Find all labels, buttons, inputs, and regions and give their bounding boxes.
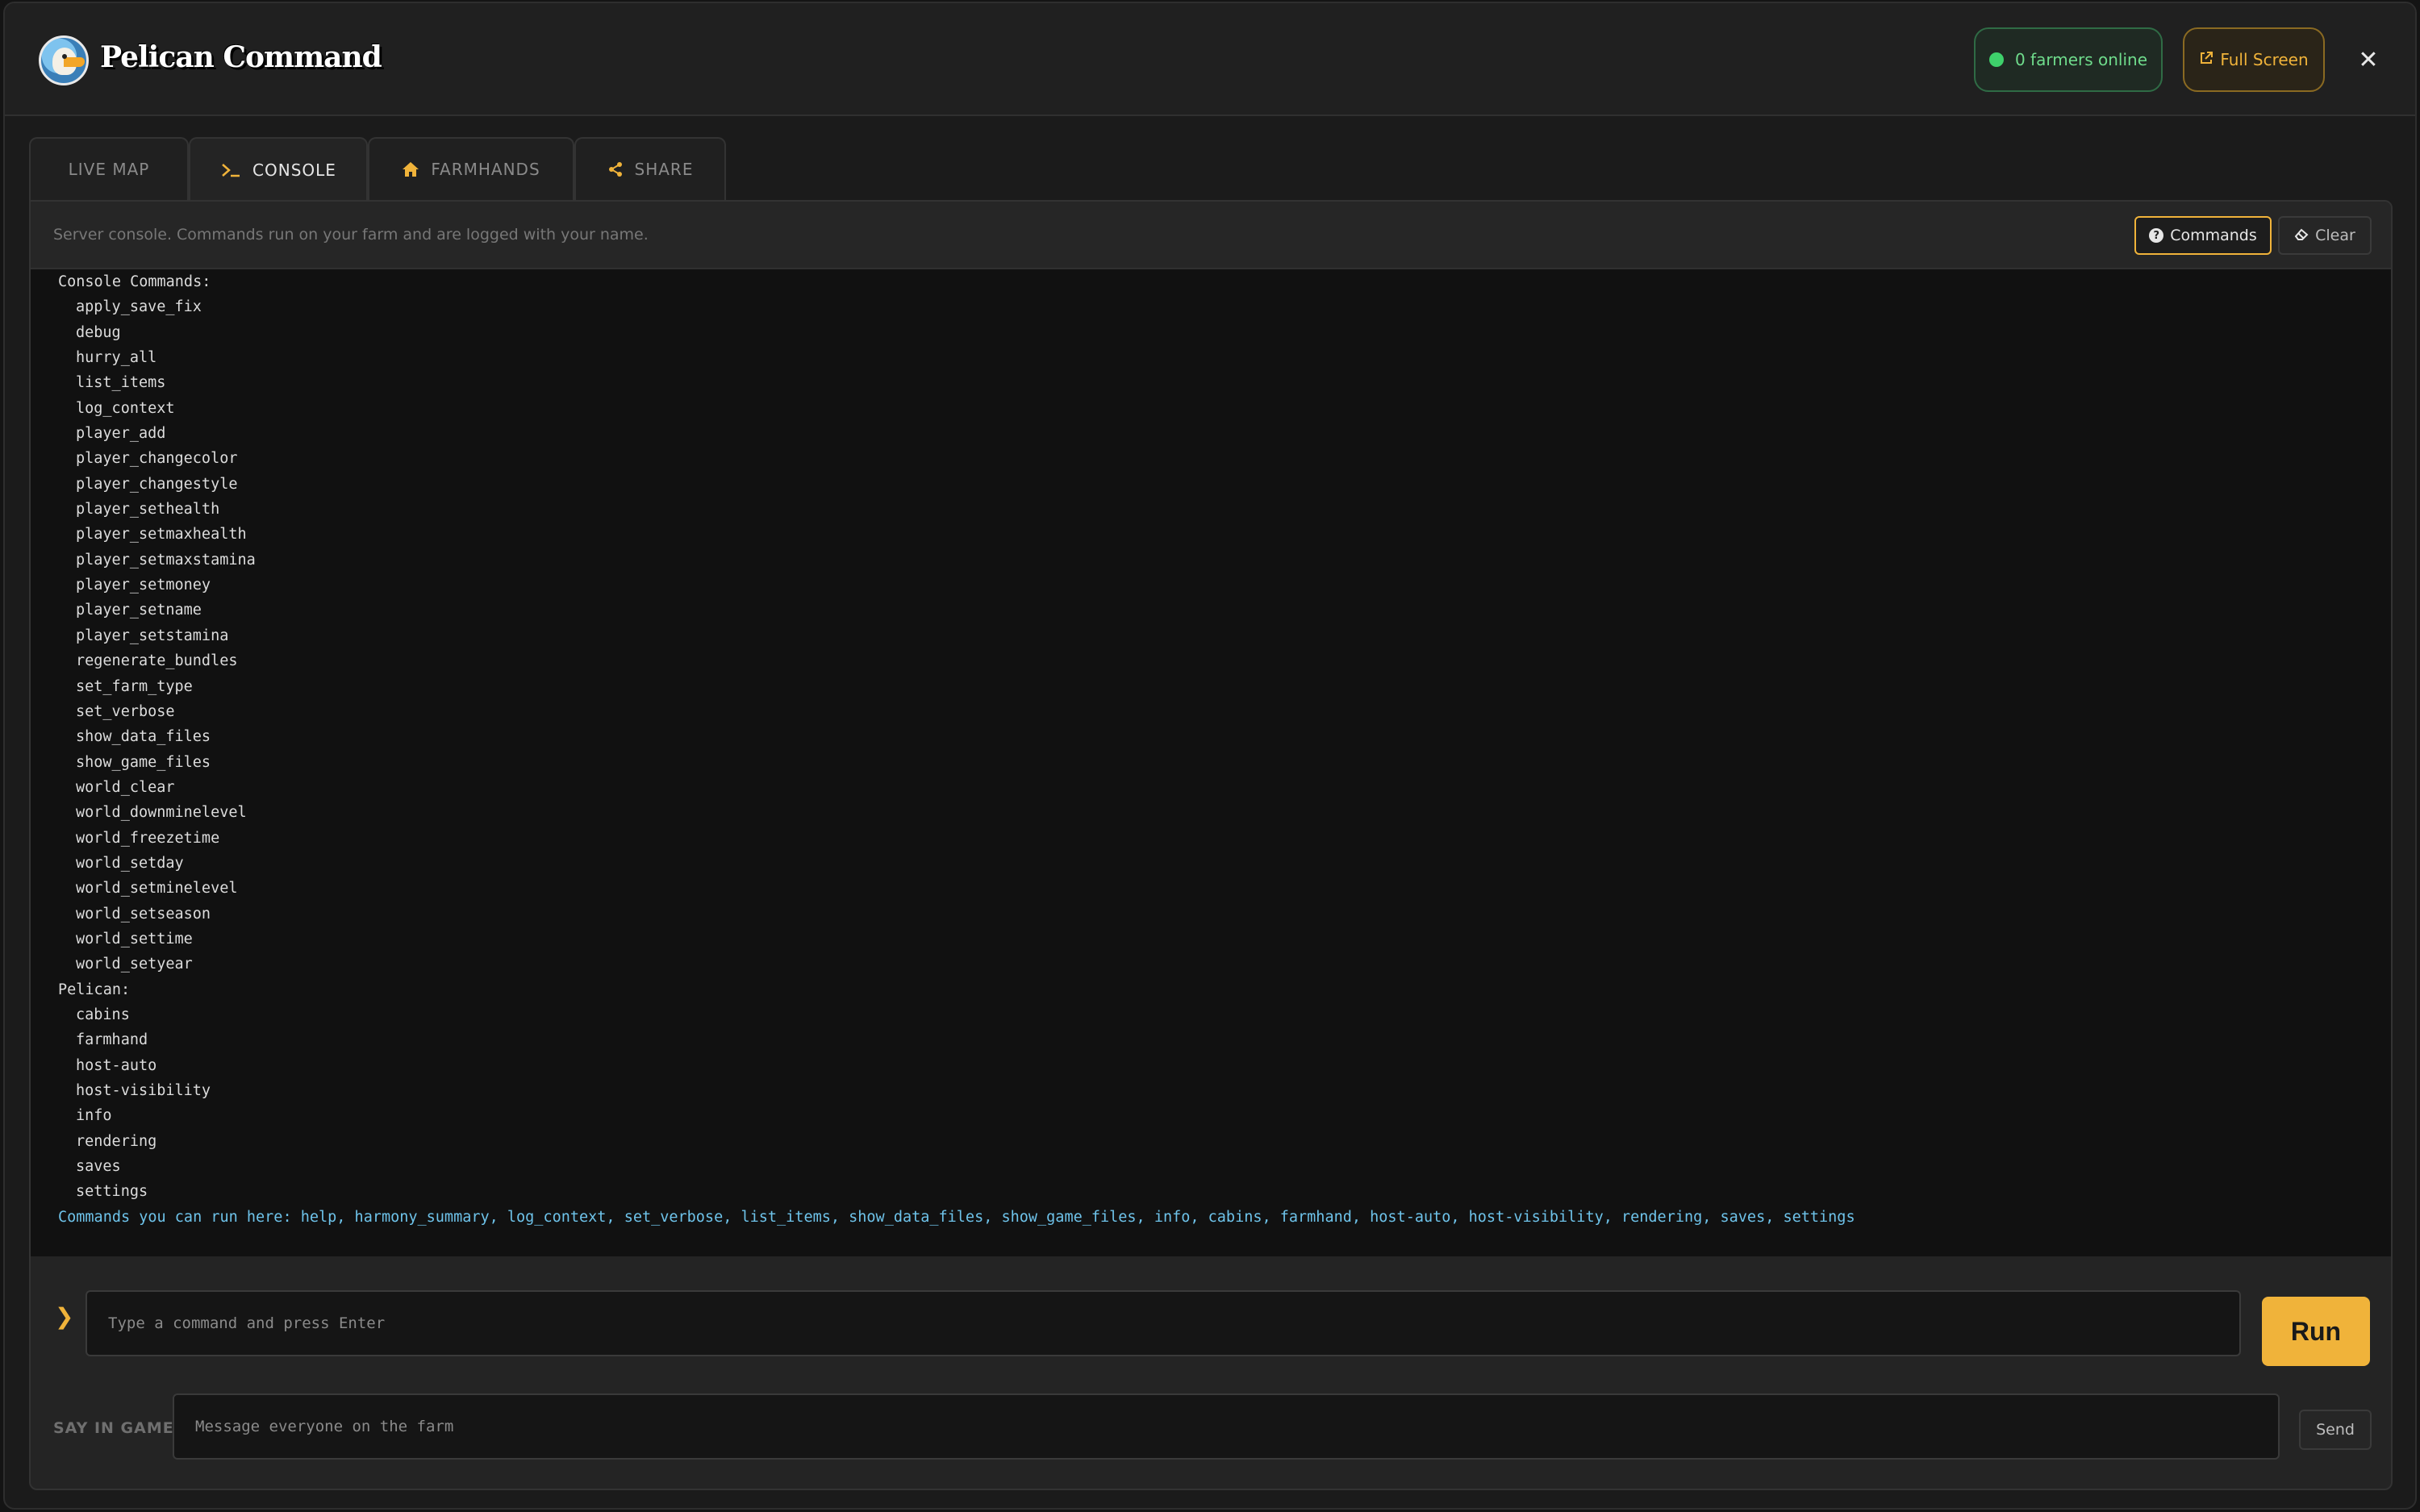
console-summary-line: Commands you can run here: help, harmony… bbox=[58, 1208, 1855, 1226]
console-line: apply_save_fix bbox=[76, 298, 202, 316]
fullscreen-label: Full Screen bbox=[2220, 50, 2309, 69]
console-line: world_setday bbox=[76, 854, 184, 872]
console-panel: Server console. Commands run on your far… bbox=[29, 200, 2393, 1490]
external-link-icon bbox=[2199, 50, 2213, 69]
console-line: list_items bbox=[76, 374, 166, 392]
console-line: player_sethealth bbox=[76, 501, 220, 519]
console-line: world_setyear bbox=[76, 956, 193, 973]
console-line: debug bbox=[76, 323, 121, 341]
console-line: player_setmaxhealth bbox=[76, 526, 247, 544]
console-line: cabins bbox=[76, 1006, 130, 1023]
console-line: world_settime bbox=[76, 930, 193, 948]
console-line: world_clear bbox=[76, 778, 175, 796]
share-icon bbox=[607, 161, 624, 177]
console-line: world_freezetime bbox=[76, 829, 220, 847]
console-line: player_changestyle bbox=[76, 475, 238, 493]
console-line: show_game_files bbox=[76, 753, 211, 771]
console-line: farmhand bbox=[76, 1031, 148, 1049]
command-input[interactable] bbox=[86, 1290, 2241, 1356]
pelican-logo-icon bbox=[39, 35, 89, 85]
console-line: set_verbose bbox=[76, 702, 175, 720]
clear-label: Clear bbox=[2315, 227, 2355, 244]
home-icon bbox=[402, 161, 419, 177]
say-row: SAY IN GAME Send bbox=[31, 1379, 2391, 1468]
console-line: rendering bbox=[76, 1132, 157, 1150]
say-input[interactable] bbox=[173, 1393, 2280, 1460]
console-line: set_farm_type bbox=[76, 677, 193, 695]
console-line: hurry_all bbox=[76, 349, 157, 367]
online-label: 0 farmers online bbox=[2014, 50, 2148, 69]
console-line: host-visibility bbox=[76, 1082, 211, 1099]
app-window: Pelican Command 0 farmers online Full Sc… bbox=[3, 2, 2417, 1510]
console-line: world_setseason bbox=[76, 905, 211, 923]
console-line: show_data_files bbox=[76, 728, 211, 746]
console-line: world_setminelevel bbox=[76, 880, 238, 898]
say-in-game-label: SAY IN GAME bbox=[53, 1419, 174, 1437]
close-icon[interactable]: ✕ bbox=[2352, 44, 2385, 76]
tab-label: CONSOLE bbox=[252, 160, 336, 180]
commands-label: Commands bbox=[2170, 227, 2257, 244]
console-line: player_setmaxstamina bbox=[76, 551, 256, 569]
prompt-chevron-icon: ❯ bbox=[55, 1303, 74, 1330]
terminal-icon bbox=[220, 162, 241, 178]
console-line: regenerate_bundles bbox=[76, 652, 238, 670]
console-line: player_setname bbox=[76, 602, 202, 619]
clear-button[interactable]: Clear bbox=[2278, 216, 2372, 255]
console-line: saves bbox=[76, 1158, 121, 1176]
tab-share[interactable]: SHARE bbox=[574, 137, 726, 200]
eraser-icon bbox=[2294, 227, 2309, 244]
console-line: Pelican: bbox=[58, 981, 131, 998]
console-line: Console Commands: bbox=[58, 273, 211, 290]
console-hint: Server console. Commands run on your far… bbox=[53, 226, 649, 244]
console-line: host-auto bbox=[76, 1056, 157, 1074]
fullscreen-button[interactable]: Full Screen bbox=[2183, 27, 2325, 92]
console-line: player_setstamina bbox=[76, 627, 229, 644]
tab-label: SHARE bbox=[634, 160, 694, 179]
console-line: world_downminelevel bbox=[76, 804, 247, 822]
send-button[interactable]: Send bbox=[2299, 1410, 2372, 1450]
console-line: player_add bbox=[76, 425, 166, 443]
online-dot-icon bbox=[1988, 52, 2004, 67]
console-line: info bbox=[76, 1107, 112, 1125]
tab-live-map[interactable]: LIVE MAP bbox=[29, 137, 189, 200]
app-title: Pelican Command bbox=[100, 40, 382, 74]
console-line: settings bbox=[76, 1183, 148, 1201]
console-output[interactable]: Console Commands: apply_save_fixdebug hurr… bbox=[31, 269, 2391, 1256]
header: Pelican Command 0 farmers online Full Sc… bbox=[5, 3, 2415, 116]
tab-label: LIVE MAP bbox=[68, 160, 150, 179]
tab-label: FARMHANDS bbox=[431, 160, 540, 179]
console-line: player_changecolor bbox=[76, 450, 238, 468]
online-status-button[interactable]: 0 farmers online bbox=[1974, 27, 2163, 92]
console-toolbar: Server console. Commands run on your far… bbox=[31, 202, 2391, 269]
command-row: ❯ Run bbox=[31, 1274, 2391, 1366]
tab-bar: LIVE MAP CONSOLE FARMHANDS SHARE bbox=[29, 137, 726, 202]
console-line: player_setmoney bbox=[76, 577, 211, 594]
question-icon: ? bbox=[2149, 228, 2164, 243]
tab-farmhands[interactable]: FARMHANDS bbox=[368, 137, 574, 200]
commands-button[interactable]: ? Commands bbox=[2134, 216, 2272, 255]
run-button[interactable]: Run bbox=[2262, 1297, 2370, 1366]
console-line: log_context bbox=[76, 399, 175, 417]
tab-console[interactable]: CONSOLE bbox=[189, 137, 368, 202]
